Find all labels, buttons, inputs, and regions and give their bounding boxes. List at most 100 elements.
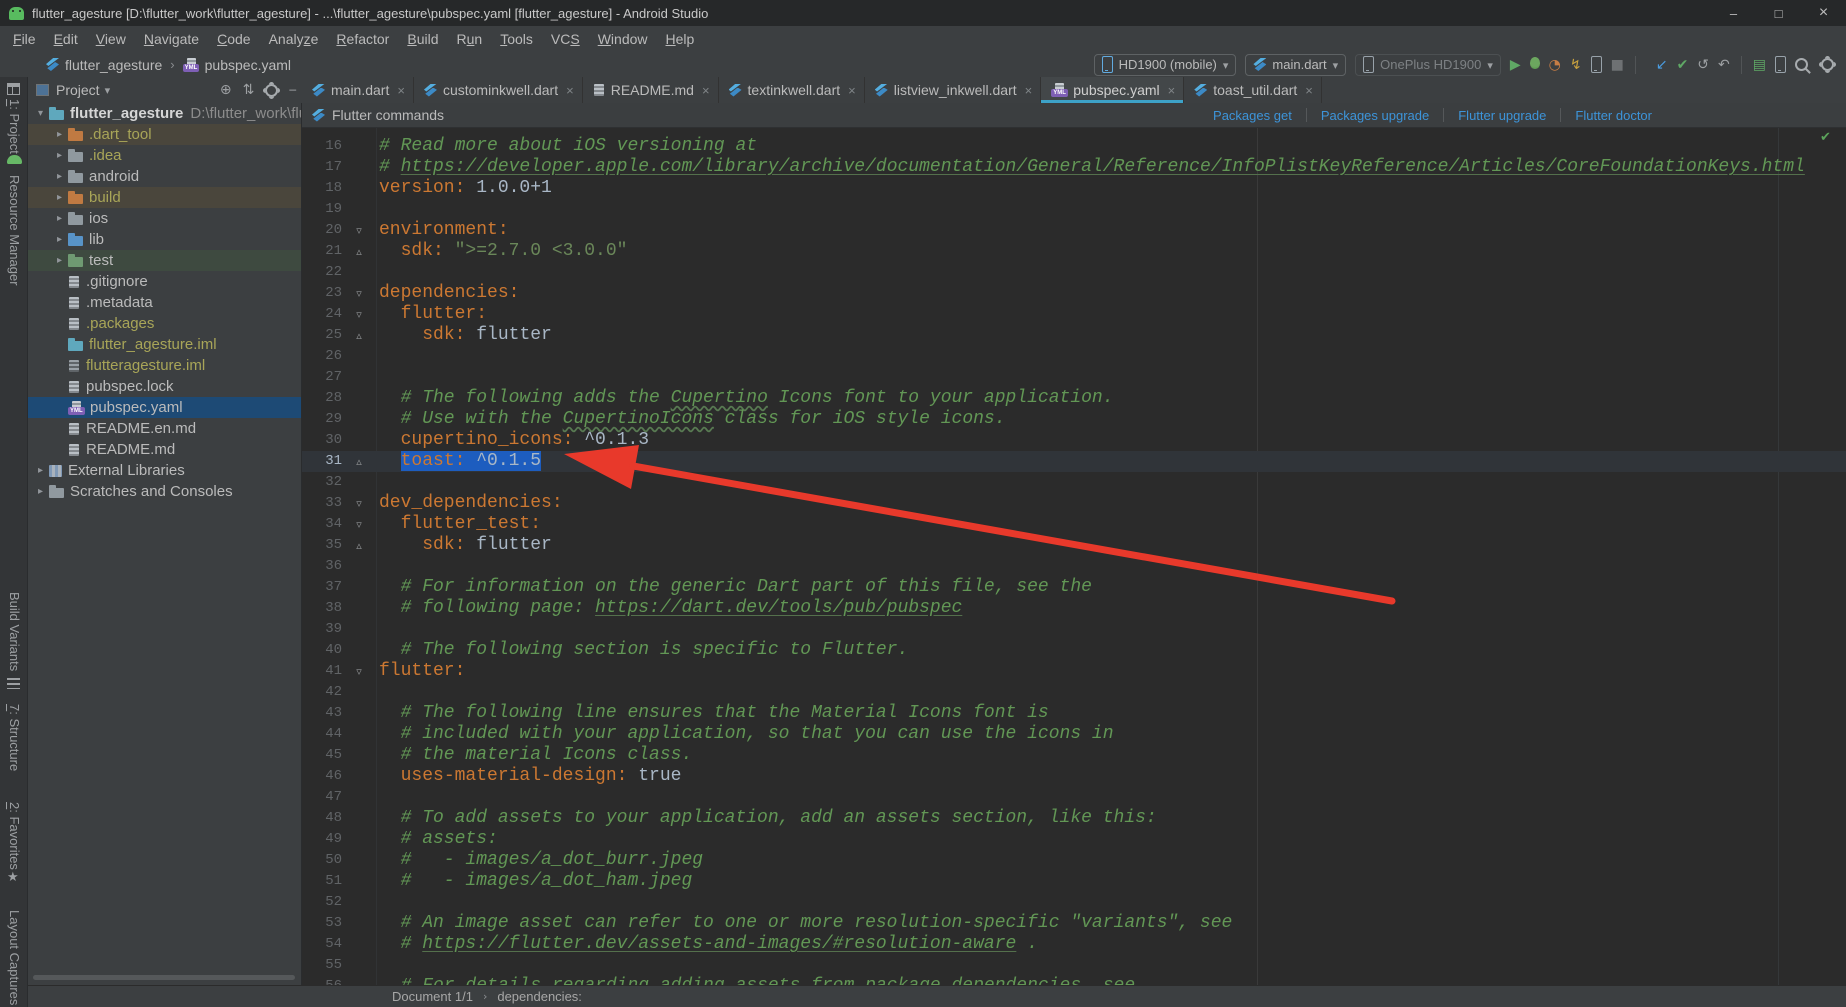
status-breadcrumb[interactable]: dependencies: (497, 989, 582, 1004)
tool-button-resource-manager[interactable]: Resource Manager (7, 175, 22, 286)
code-line[interactable]: 33 dev_dependencies: (302, 493, 1846, 514)
menu-item-run[interactable]: Run (448, 26, 492, 52)
menu-item-view[interactable]: View (87, 26, 135, 52)
tab-custominkwell-dart[interactable]: custominkwell.dart (414, 77, 583, 103)
tree-item-scratches-and-consoles[interactable]: ▸ Scratches and Consoles (28, 481, 301, 502)
code-line[interactable]: 32 (302, 472, 1846, 493)
tool-button-7-structure[interactable]: 7: Structure (7, 704, 22, 771)
tree-item--dart-tool[interactable]: ▸ .dart_tool (28, 124, 301, 145)
close-icon[interactable] (1025, 83, 1033, 98)
bolt-icon[interactable] (1570, 58, 1582, 72)
code-line[interactable]: 37 # For information on the generic Dart… (302, 577, 1846, 598)
phone-icon[interactable] (1590, 56, 1602, 73)
debug-icon[interactable] (1530, 57, 1540, 72)
code-line[interactable]: 16 # Read more about iOS versioning at (302, 136, 1846, 157)
tree-item--metadata[interactable]: .metadata (28, 292, 301, 313)
project-icon[interactable] (7, 83, 20, 95)
code-line[interactable]: 44 # included with your application, so … (302, 724, 1846, 745)
breadcrumb-item[interactable]: flutter_agesture (46, 57, 162, 73)
tree-item--packages[interactable]: .packages (28, 313, 301, 334)
fold-marker-icon[interactable] (342, 661, 376, 682)
code-line[interactable]: 30 cupertino_icons: ^0.1.3 (302, 430, 1846, 451)
tree-item--gitignore[interactable]: .gitignore (28, 271, 301, 292)
code-line[interactable]: 49 # assets: (302, 829, 1846, 850)
tool-button-1-project[interactable]: 1: Project (7, 99, 22, 154)
tree-item-flutter-agesture-iml[interactable]: flutter_agesture.iml (28, 334, 301, 355)
search-icon[interactable] (1795, 58, 1808, 71)
maximize-button[interactable] (1756, 0, 1801, 26)
menu-item-analyze[interactable]: Analyze (260, 26, 328, 52)
close-icon[interactable] (1168, 83, 1176, 98)
tree-item-ios[interactable]: ▸ ios (28, 208, 301, 229)
code-line[interactable]: 48 # To add assets to your application, … (302, 808, 1846, 829)
tree-item-flutteragesture-iml[interactable]: flutteragesture.iml (28, 355, 301, 376)
code-line[interactable]: 24 flutter: (302, 304, 1846, 325)
tab-listview-inkwell-dart[interactable]: listview_inkwell.dart (865, 77, 1042, 103)
status-document-count[interactable]: Document 1/1 (392, 989, 473, 1004)
command-link-flutter-upgrade[interactable]: Flutter upgrade (1444, 108, 1560, 123)
fold-marker-icon[interactable] (342, 283, 376, 304)
gear-icon[interactable] (1821, 58, 1834, 71)
code-line[interactable]: 45 # the material Icons class. (302, 745, 1846, 766)
git-commit-icon[interactable] (1677, 58, 1689, 72)
hide-panel-icon[interactable] (289, 83, 296, 97)
code-line[interactable]: 41 flutter: (302, 661, 1846, 682)
tree-item-android[interactable]: ▸ android (28, 166, 301, 187)
code-line[interactable]: 23 dependencies: (302, 283, 1846, 304)
fold-marker-icon[interactable] (342, 493, 376, 514)
code-line[interactable]: 35 sdk: flutter (302, 535, 1846, 556)
command-link-packages-get[interactable]: Packages get (1199, 108, 1306, 123)
menu-item-code[interactable]: Code (208, 26, 259, 52)
menu-item-navigate[interactable]: Navigate (135, 26, 208, 52)
tree-item-pubspec-yaml[interactable]: pubspec.yaml (28, 397, 301, 418)
collapse-all-icon[interactable] (243, 83, 255, 97)
code-line[interactable]: 19 (302, 199, 1846, 220)
tree-item-readme-en-md[interactable]: README.en.md (28, 418, 301, 439)
code-line[interactable]: 42 (302, 682, 1846, 703)
code-line[interactable]: 52 (302, 892, 1846, 913)
code-line[interactable]: 38 # following page: https://dart.dev/to… (302, 598, 1846, 619)
chevron-open-icon[interactable]: ▾ (32, 108, 49, 119)
tree-item-test[interactable]: ▸ test (28, 250, 301, 271)
code-line[interactable]: 31 toast: ^0.1.5 (302, 451, 1846, 472)
tree-item-pubspec-lock[interactable]: pubspec.lock (28, 376, 301, 397)
target-device-selector[interactable]: OnePlus HD1900 (1355, 53, 1501, 76)
chevron-closed-icon[interactable]: ▸ (32, 486, 49, 497)
menu-item-file[interactable]: File (4, 26, 45, 52)
tab-main-dart[interactable]: main.dart (302, 77, 414, 103)
tree-item-external-libraries[interactable]: ▸ External Libraries (28, 460, 301, 481)
tab-readme-md[interactable]: README.md (583, 77, 719, 103)
code-line[interactable]: 40 # The following section is specific t… (302, 640, 1846, 661)
fold-marker-icon[interactable] (342, 220, 376, 241)
menu-item-edit[interactable]: Edit (45, 26, 87, 52)
code-line[interactable]: 28 # The following adds the Cupertino Ic… (302, 388, 1846, 409)
tab-pubspec-yaml[interactable]: pubspec.yaml (1041, 77, 1185, 103)
code-line[interactable]: 20 environment: (302, 220, 1846, 241)
chevron-closed-icon[interactable]: ▸ (51, 213, 68, 224)
code-line[interactable]: 50 # - images/a_dot_burr.jpeg (302, 850, 1846, 871)
code-line[interactable]: 27 (302, 367, 1846, 388)
code-line[interactable]: 53 # An image asset can refer to one or … (302, 913, 1846, 934)
code-line[interactable]: 18 version: 1.0.0+1 (302, 178, 1846, 199)
code-line[interactable]: 56 # For details regarding adding assets… (302, 976, 1846, 985)
menu-item-window[interactable]: Window (589, 26, 657, 52)
breadcrumb-item[interactable]: pubspec.yaml (182, 57, 291, 73)
fold-marker-icon[interactable] (342, 451, 376, 472)
project-tree-hscrollbar[interactable] (33, 975, 295, 980)
stop-icon[interactable] (1611, 58, 1624, 72)
code-line[interactable]: 21 sdk: ">=2.7.0 <3.0.0" (302, 241, 1846, 262)
code-line[interactable]: 54 # https://flutter.dev/assets-and-imag… (302, 934, 1846, 955)
tree-item-build[interactable]: ▸ build (28, 187, 301, 208)
tool-button-layout-captures[interactable]: Layout Captures (7, 910, 22, 1005)
code-line[interactable]: 22 (302, 262, 1846, 283)
code-line[interactable]: 55 (302, 955, 1846, 976)
code-line[interactable]: 17 # https://developer.apple.com/library/… (302, 157, 1846, 178)
chevron-closed-icon[interactable]: ▸ (51, 150, 68, 161)
menu-item-tools[interactable]: Tools (491, 26, 542, 52)
chevron-down-icon[interactable] (105, 83, 111, 97)
chevron-closed-icon[interactable]: ▸ (51, 255, 68, 266)
chevron-closed-icon[interactable]: ▸ (51, 171, 68, 182)
device-selector[interactable]: HD1900 (mobile) (1093, 53, 1237, 76)
tab-toast-util-dart[interactable]: toast_util.dart (1184, 77, 1322, 103)
chevron-closed-icon[interactable]: ▸ (51, 129, 68, 140)
